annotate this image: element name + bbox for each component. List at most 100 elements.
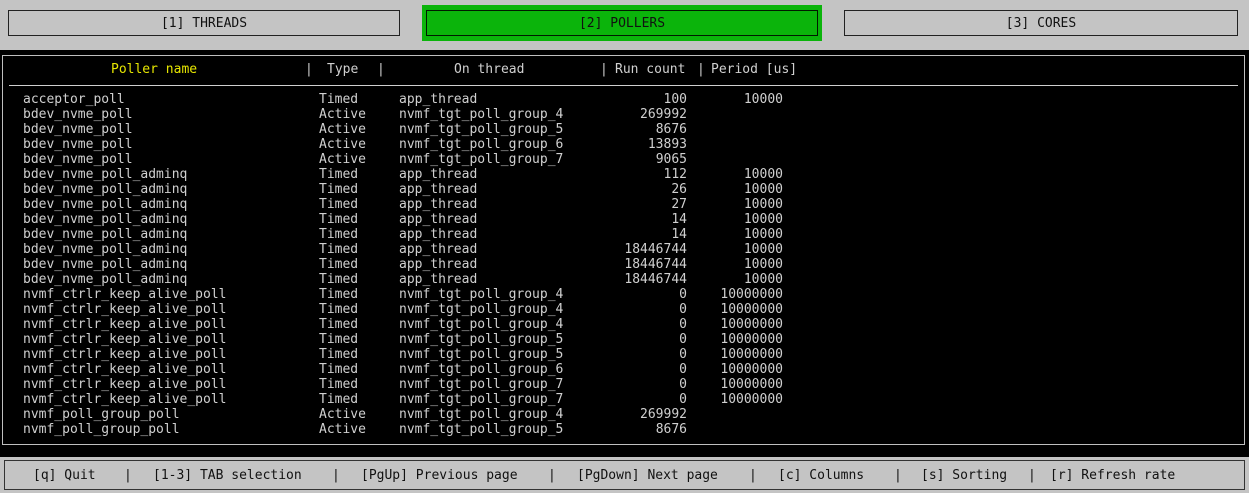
tab-threads-label: [1] THREADS [8, 10, 400, 36]
thread-cell: app_thread [399, 272, 478, 287]
thread-cell: nvmf_tgt_poll_group_6 [399, 137, 564, 152]
thread-cell: app_thread [399, 257, 478, 272]
period-cell: 10000000 [720, 287, 783, 302]
run-count-cell: 269992 [640, 107, 687, 122]
period-cell: 10000 [743, 182, 783, 197]
table-row[interactable]: bdev_nvme_poll_adminq Timed app_thread 14 10… [3, 212, 1244, 227]
table-row[interactable]: nvmf_ctrlr_keep_alive_poll Timed nvmf_tgt_… [3, 347, 1244, 362]
poller-name-cell: bdev_nvme_poll [23, 107, 133, 122]
table-row[interactable]: acceptor_poll Timed app_thread 100 10000 [3, 92, 1244, 107]
footer-shortcut[interactable]: [1-3] TAB selection [153, 468, 302, 483]
thread-cell: nvmf_tgt_poll_group_7 [399, 152, 564, 167]
table-row[interactable]: nvmf_ctrlr_keep_alive_poll Timed nvmf_tgt_… [3, 287, 1244, 302]
type-cell: Active [319, 107, 366, 122]
type-cell: Timed [319, 212, 359, 227]
tab-threads[interactable]: [1] THREADS [2, 3, 406, 43]
footer-shortcut[interactable]: [c] Columns [778, 468, 864, 483]
footer-bar: [q] Quit [1-3] TAB selection [PgUp] Previo… [0, 457, 1249, 493]
type-cell: Timed [319, 92, 359, 107]
poller-name-cell: nvmf_ctrlr_keep_alive_poll [23, 392, 227, 407]
footer-separator: | [1028, 468, 1036, 483]
column-header-period[interactable]: Period [us] [711, 62, 797, 78]
period-cell: 10000 [743, 242, 783, 257]
run-count-cell: 26 [671, 182, 687, 197]
table-row[interactable]: bdev_nvme_poll Active nvmf_tgt_poll_group_… [3, 107, 1244, 122]
thread-cell: nvmf_tgt_poll_group_7 [399, 392, 564, 407]
run-count-cell: 0 [679, 332, 687, 347]
table-row[interactable]: bdev_nvme_poll_adminq Timed app_thread 1844… [3, 272, 1244, 287]
table-row[interactable]: nvmf_ctrlr_keep_alive_poll Timed nvmf_tgt_… [3, 377, 1244, 392]
period-cell: 10000000 [720, 347, 783, 362]
period-cell: 10000000 [720, 317, 783, 332]
type-cell: Timed [319, 287, 359, 302]
footer-separator: | [894, 468, 902, 483]
column-header-run-count[interactable]: Run count [615, 62, 685, 78]
thread-cell: app_thread [399, 212, 478, 227]
table-row[interactable]: bdev_nvme_poll_adminq Timed app_thread 112 1… [3, 167, 1244, 182]
table-row[interactable]: nvmf_ctrlr_keep_alive_poll Timed nvmf_tgt_… [3, 302, 1244, 317]
tab-cores-label: [3] CORES [844, 10, 1238, 36]
period-cell: 10000 [743, 212, 783, 227]
footer-separator: | [124, 468, 132, 483]
run-count-cell: 18446744 [624, 242, 687, 257]
thread-cell: app_thread [399, 242, 478, 257]
type-cell: Timed [319, 227, 359, 242]
footer-shortcut[interactable]: [q] Quit [33, 468, 96, 483]
poller-name-cell: bdev_nvme_poll_adminq [23, 272, 188, 287]
tab-pollers[interactable]: [2] POLLERS [420, 3, 824, 43]
footer-shortcut[interactable]: [s] Sorting [921, 468, 1007, 483]
poller-name-cell: nvmf_poll_group_poll [23, 407, 180, 422]
poller-name-cell: nvmf_ctrlr_keep_alive_poll [23, 302, 227, 317]
table-row[interactable]: nvmf_ctrlr_keep_alive_poll Timed nvmf_tgt_… [3, 332, 1244, 347]
thread-cell: nvmf_tgt_poll_group_4 [399, 302, 564, 317]
run-count-cell: 14 [671, 227, 687, 242]
table-row[interactable]: nvmf_ctrlr_keep_alive_poll Timed nvmf_tgt_… [3, 392, 1244, 407]
type-cell: Active [319, 122, 366, 137]
type-cell: Timed [319, 242, 359, 257]
table-row[interactable]: bdev_nvme_poll_adminq Timed app_thread 14 10… [3, 227, 1244, 242]
type-cell: Timed [319, 272, 359, 287]
run-count-cell: 0 [679, 362, 687, 377]
thread-cell: nvmf_tgt_poll_group_5 [399, 422, 564, 437]
pollers-panel: Poller name | Type | On thread | Run cou… [2, 55, 1245, 445]
table-row[interactable]: bdev_nvme_poll_adminq Timed app_thread 27 10… [3, 197, 1244, 212]
header-separator [9, 85, 1238, 86]
table-row[interactable]: nvmf_ctrlr_keep_alive_poll Timed nvmf_tgt_… [3, 317, 1244, 332]
table-row[interactable]: nvmf_poll_group_poll Active nvmf_tgt_poll_… [3, 422, 1244, 437]
period-cell: 10000 [743, 167, 783, 182]
pollers-table-body: acceptor_poll Timed app_thread 100 10000 bdev… [3, 92, 1244, 437]
thread-cell: nvmf_tgt_poll_group_7 [399, 377, 564, 392]
thread-cell: nvmf_tgt_poll_group_5 [399, 347, 564, 362]
type-cell: Timed [319, 257, 359, 272]
footer-shortcut[interactable]: [PgDown] Next page [577, 468, 718, 483]
table-row[interactable]: bdev_nvme_poll Active nvmf_tgt_poll_group_… [3, 122, 1244, 137]
type-cell: Timed [319, 377, 359, 392]
column-header-type[interactable]: Type [327, 62, 358, 78]
column-divider: | [697, 62, 705, 77]
poller-name-cell: nvmf_ctrlr_keep_alive_poll [23, 317, 227, 332]
table-row[interactable]: bdev_nvme_poll Active nvmf_tgt_poll_group_… [3, 152, 1244, 167]
table-row[interactable]: bdev_nvme_poll Active nvmf_tgt_poll_group_… [3, 137, 1244, 152]
table-row[interactable]: bdev_nvme_poll_adminq Timed app_thread 26 10… [3, 182, 1244, 197]
column-header-on-thread[interactable]: On thread [454, 62, 524, 78]
table-row[interactable]: bdev_nvme_poll_adminq Timed app_thread 1844… [3, 242, 1244, 257]
run-count-cell: 112 [663, 167, 687, 182]
run-count-cell: 18446744 [624, 272, 687, 287]
tab-cores[interactable]: [3] CORES [838, 3, 1244, 43]
footer-shortcut[interactable]: [PgUp] Previous page [361, 468, 518, 483]
tab-bar: [1] THREADS [2] POLLERS [3] CORES [0, 0, 1249, 50]
table-row[interactable]: nvmf_ctrlr_keep_alive_poll Timed nvmf_tgt_… [3, 362, 1244, 377]
column-header-poller-name[interactable]: Poller name [111, 62, 197, 78]
poller-name-cell: bdev_nvme_poll [23, 122, 133, 137]
footer-shortcut[interactable]: [r] Refresh rate [1050, 468, 1175, 483]
column-divider: | [600, 62, 608, 77]
type-cell: Timed [319, 347, 359, 362]
table-row[interactable]: nvmf_poll_group_poll Active nvmf_tgt_poll_… [3, 407, 1244, 422]
type-cell: Active [319, 407, 366, 422]
poller-name-cell: nvmf_ctrlr_keep_alive_poll [23, 332, 227, 347]
table-row[interactable]: bdev_nvme_poll_adminq Timed app_thread 1844… [3, 257, 1244, 272]
type-cell: Timed [319, 362, 359, 377]
thread-cell: nvmf_tgt_poll_group_4 [399, 407, 564, 422]
run-count-cell: 0 [679, 302, 687, 317]
run-count-cell: 0 [679, 287, 687, 302]
